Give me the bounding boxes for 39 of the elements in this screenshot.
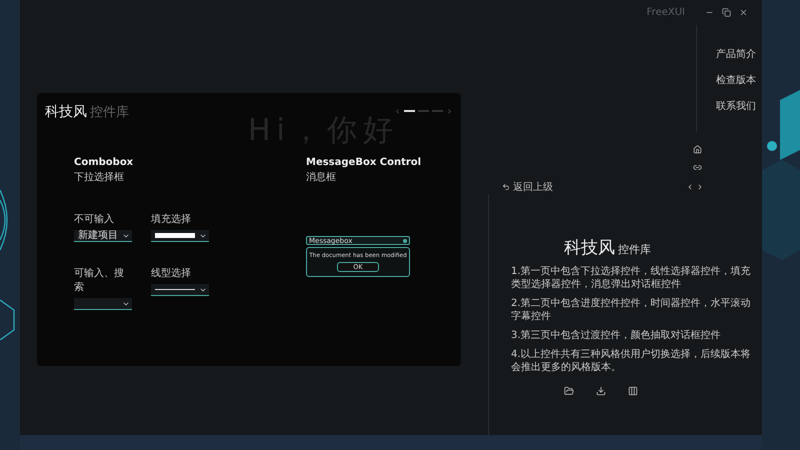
field-label: 线型选择 [151,266,192,280]
info-paragraph: 2.第二页中包含进度控件控件，时间器控件，水平滚动字幕控件 [511,297,751,323]
columns-icon[interactable] [628,386,638,396]
link-icon[interactable] [693,163,702,172]
nav-item[interactable]: 产品简介 [716,47,762,61]
fill-swatch [155,233,195,238]
line-swatch [155,289,195,290]
home-icon[interactable] [693,145,702,154]
field-label: 不可输入 [74,212,115,226]
section-title: MessageBox Control [306,157,422,168]
back-label: 返回上级 [513,180,553,194]
info-paragraph: 4.以上控件共有三种风格供用户切换选择，后续版本将会推出更多的风格版本。 [511,348,751,374]
back-arrow-icon [502,183,510,191]
window-title: FreeXUI [646,7,685,18]
download-icon[interactable] [596,386,606,396]
field-label: 填充选择 [151,212,192,226]
card-subtitle: 控件库 [90,105,129,120]
info-paragraph: 3.第三页中包含过渡控件，颜色抽取对话框控件 [511,329,722,342]
section-subtitle: 消息框 [306,170,337,184]
dot-icon [403,238,407,242]
chevron-right-icon[interactable] [696,183,704,191]
dropdown-value: 新建项目 [78,230,118,242]
info-subtitle: 控件库 [618,242,651,257]
chevron-left-icon[interactable] [686,183,694,191]
nav-item[interactable]: 检查版本 [716,73,762,87]
info-title: 科技风 [564,237,615,259]
combobox[interactable] [151,230,209,242]
info-paragraph: 1.第一页中包含下拉选择控件，线性选择器控件，填充类型选择器控件，消息弹出对话框控件 [511,265,751,291]
folder-icon[interactable] [564,386,574,396]
card-title: 科技风 [45,104,87,120]
section-title: Combobox [74,157,134,168]
close-icon[interactable] [739,8,748,17]
restore-icon[interactable] [722,8,731,17]
combobox[interactable] [74,298,132,310]
nav-item[interactable]: 联系我们 [716,99,762,113]
combobox[interactable] [151,284,209,296]
combobox[interactable]: 新建项目 [74,230,132,242]
section-subtitle: 下拉选择框 [74,170,125,184]
field-label: 可输入、搜索 [74,266,125,294]
